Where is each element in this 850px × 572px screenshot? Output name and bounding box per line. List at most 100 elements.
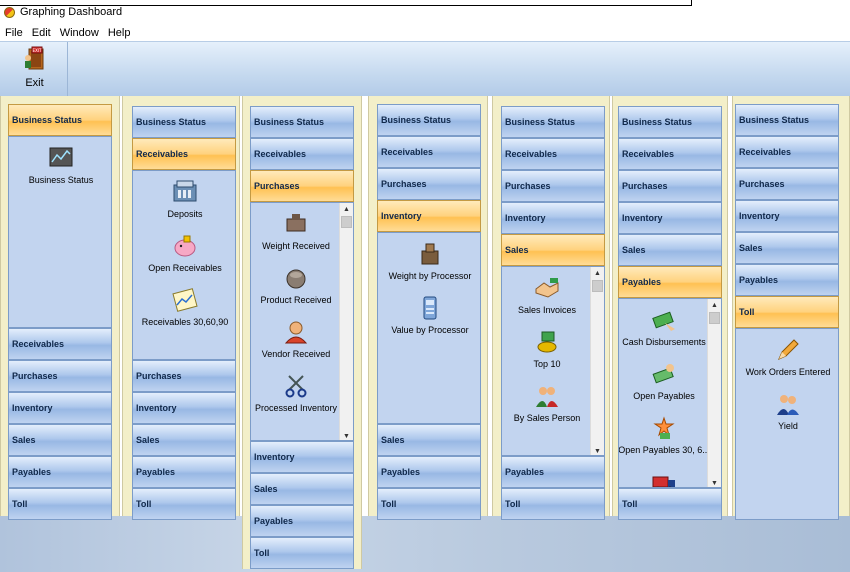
nav-bar-toll[interactable]: Toll (735, 296, 839, 328)
scroll-up-arrow-icon[interactable]: ▲ (340, 203, 353, 215)
nav-bar-sales[interactable]: Sales (735, 232, 839, 264)
scroll-down-arrow-icon[interactable]: ▼ (340, 430, 353, 440)
nav-bar-payables[interactable]: Payables (618, 266, 722, 298)
scroll-thumb[interactable] (592, 280, 603, 292)
graph-item-label: Open Receivables (148, 263, 222, 273)
nav-bar-inventory[interactable]: Inventory (377, 200, 481, 232)
graph-item-label: Vendor Received (261, 349, 331, 359)
nav-bar-payables[interactable]: Payables (377, 456, 481, 488)
nav-bar-toll[interactable]: Toll (8, 488, 112, 520)
scroll-thumb[interactable] (341, 216, 352, 228)
graph-item-value-by-processor[interactable]: Value by Processor (378, 295, 480, 335)
graph-item-top-10[interactable]: Top 10 (502, 329, 592, 369)
nav-bar-business-status[interactable]: Business Status (618, 106, 722, 138)
vertical-scrollbar[interactable]: ▲ ▼ (707, 299, 721, 487)
vertical-scrollbar[interactable]: ▲ ▼ (590, 267, 604, 455)
outlook-pane-7: Business Status Receivables Purchases Inven… (735, 104, 839, 520)
nav-bar-business-status[interactable]: Business Status (735, 104, 839, 136)
nav-bar-purchases[interactable]: Purchases (501, 170, 605, 202)
graph-item-open-payables-30-6[interactable]: Open Payables 30, 6... (619, 415, 710, 455)
nav-bar-sales[interactable]: Sales (132, 424, 236, 456)
nav-bar-inventory[interactable]: Inventory (501, 202, 605, 234)
outlook-pane-5: Business Status Receivables Purchases Inven… (501, 106, 605, 520)
nav-bar-purchases[interactable]: Purchases (132, 360, 236, 392)
nav-bar-payables[interactable]: Payables (132, 456, 236, 488)
nav-bar-toll[interactable]: Toll (501, 488, 605, 520)
nav-bar-business-status[interactable]: Business Status (377, 104, 481, 136)
nav-bar-receivables[interactable]: Receivables (8, 328, 112, 360)
nav-bar-sales[interactable]: Sales (501, 234, 605, 266)
graph-item-receivables-30-60-90[interactable]: Receivables 30,60,90 (133, 287, 235, 327)
graph-item-deposits[interactable]: Deposits (133, 179, 235, 219)
nav-bar-sales[interactable]: Sales (8, 424, 112, 456)
nav-bar-receivables[interactable]: Receivables (618, 138, 722, 170)
nav-bar-receivables[interactable]: Receivables (132, 138, 236, 170)
graph-item-label: Yield (778, 421, 798, 431)
nav-bar-sales[interactable]: Sales (250, 473, 354, 505)
nav-bar-toll[interactable]: Toll (377, 488, 481, 520)
graph-item-work-orders-entered[interactable]: Work Orders Entered (736, 337, 838, 377)
graph-item-vendor-received[interactable]: Vendor Received (251, 319, 341, 359)
nav-bar-inventory[interactable]: Inventory (250, 441, 354, 473)
nav-bar-payables[interactable]: Payables (501, 456, 605, 488)
nav-bar-inventory[interactable]: Inventory (8, 392, 112, 424)
svg-text:EXIT: EXIT (32, 48, 41, 53)
vertical-scrollbar[interactable]: ▲ ▼ (339, 203, 353, 440)
graph-item-label: Open Payables (633, 391, 695, 401)
graph-item-open-receivables[interactable]: Open Receivables (133, 233, 235, 273)
nav-bar-toll[interactable]: Toll (618, 488, 722, 520)
nav-bar-toll[interactable]: Toll (250, 537, 354, 569)
nav-bar-business-status[interactable]: Business Status (132, 106, 236, 138)
scroll-up-arrow-icon[interactable]: ▲ (708, 299, 721, 311)
scroll-down-arrow-icon[interactable]: ▼ (708, 477, 721, 487)
nav-bar-inventory[interactable]: Inventory (132, 392, 236, 424)
nav-bar-purchases[interactable]: Purchases (250, 170, 354, 202)
graph-item-weight-received[interactable]: Weight Received (251, 211, 341, 251)
scroll-thumb[interactable] (709, 312, 720, 324)
menu-window[interactable]: Window (60, 27, 99, 39)
nav-bar-receivables[interactable]: Receivables (377, 136, 481, 168)
graph-item-yield[interactable]: Yield (736, 391, 838, 431)
graph-item-business-status[interactable]: Business Status (9, 145, 111, 185)
app-logo-icon (4, 6, 15, 18)
nav-bar-payables[interactable]: Payables (735, 264, 839, 296)
nav-bar-receivables[interactable]: Receivables (250, 138, 354, 170)
nav-bar-receivables[interactable]: Receivables (501, 138, 605, 170)
nav-bar-inventory[interactable]: Inventory (735, 200, 839, 232)
graph-item-freight-paid[interactable]: Freight Paid (619, 469, 709, 487)
nav-bar-receivables[interactable]: Receivables (735, 136, 839, 168)
menu-help[interactable]: Help (108, 27, 131, 39)
nav-bar-sales[interactable]: Sales (377, 424, 481, 456)
nav-bar-sales[interactable]: Sales (618, 234, 722, 266)
graph-item-label: Business Status (28, 175, 94, 185)
nav-bar-purchases[interactable]: Purchases (735, 168, 839, 200)
nav-bar-purchases[interactable]: Purchases (377, 168, 481, 200)
menu-edit[interactable]: Edit (32, 27, 51, 39)
nav-bar-payables[interactable]: Payables (250, 505, 354, 537)
nav-bar-toll[interactable]: Toll (132, 488, 236, 520)
graph-item-weight-by-processor[interactable]: Weight by Processor (378, 241, 480, 281)
exit-button[interactable]: EXIT Exit (2, 42, 68, 96)
graph-item-sales-invoices[interactable]: Sales Invoices (502, 275, 592, 315)
nav-bar-payables[interactable]: Payables (8, 456, 112, 488)
graph-item-product-received[interactable]: Product Received (251, 265, 341, 305)
graph-item-processed-inventory[interactable]: Processed Inventory (251, 373, 341, 413)
graph-item-label: By Sales Person (513, 413, 581, 423)
nav-bar-business-status[interactable]: Business Status (8, 104, 112, 136)
nav-bar-business-status[interactable]: Business Status (501, 106, 605, 138)
nav-bar-purchases[interactable]: Purchases (8, 360, 112, 392)
nav-bar-inventory[interactable]: Inventory (618, 202, 722, 234)
graph-item-by-sales-person[interactable]: By Sales Person (502, 383, 592, 423)
menu-file[interactable]: File (5, 27, 23, 39)
pencil-icon (778, 339, 799, 360)
scroll-down-arrow-icon[interactable]: ▼ (591, 445, 604, 455)
pane-content: Weight Received Product Received Vendor Re… (250, 202, 354, 441)
graph-item-open-payables[interactable]: Open Payables (619, 361, 709, 401)
nav-bar-business-status[interactable]: Business Status (250, 106, 354, 138)
scroll-up-arrow-icon[interactable]: ▲ (591, 267, 604, 279)
graph-item-cash-disbursements[interactable]: Cash Disbursements (619, 307, 709, 347)
outlook-pane-4: Business Status Receivables Purchases Inven… (377, 104, 481, 520)
nav-bar-purchases[interactable]: Purchases (618, 170, 722, 202)
top-rule (0, 5, 691, 6)
graph-item-label: Weight by Processor (388, 271, 472, 281)
